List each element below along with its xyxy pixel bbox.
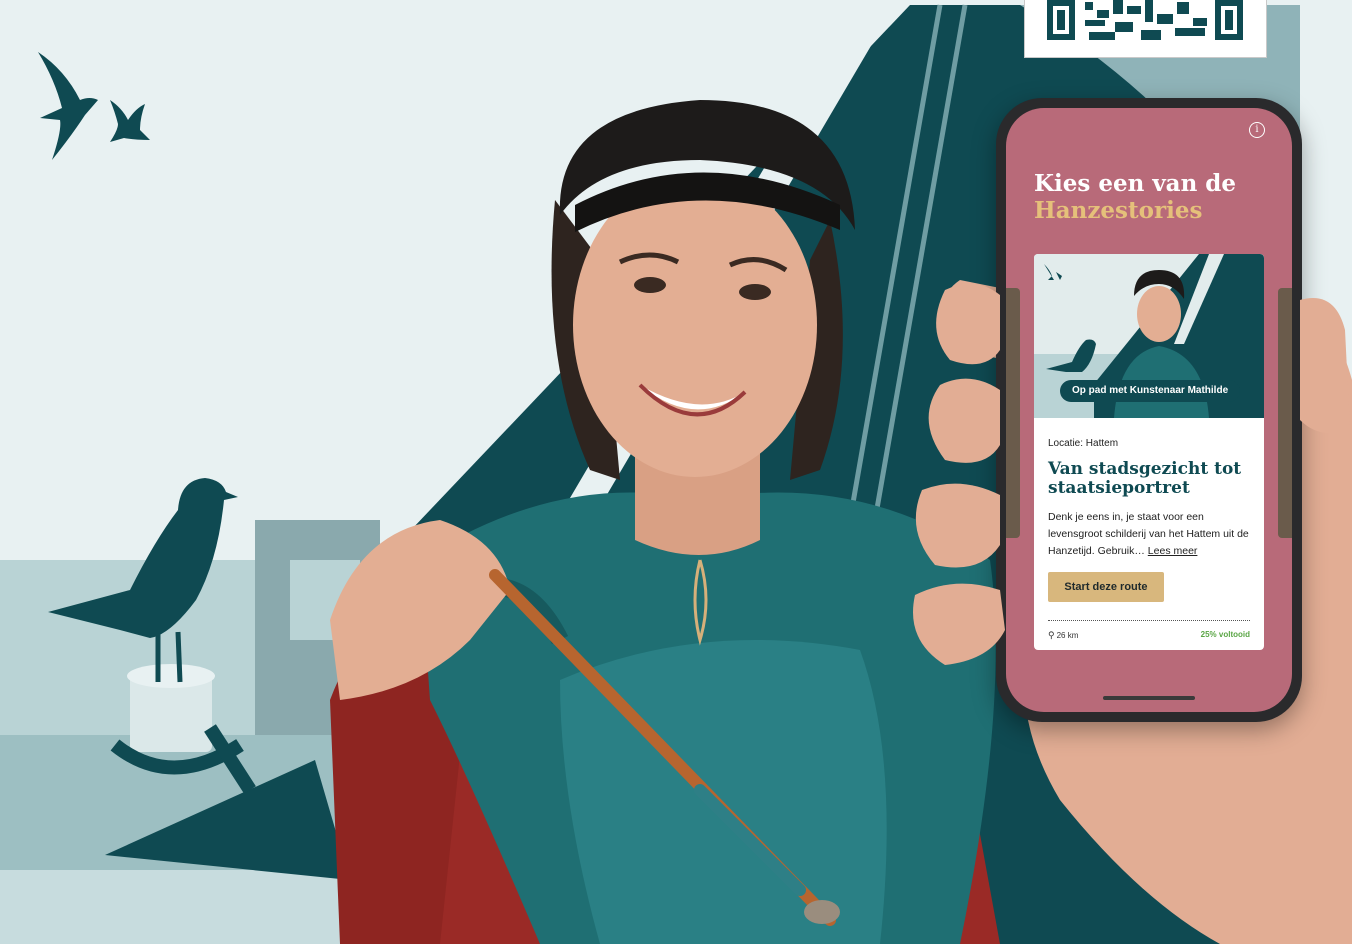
prev-card-peek[interactable] [1006,288,1020,538]
info-icon[interactable]: i [1249,122,1265,138]
app-screen: i Kies een van de Hanzestories Op pad me… [1006,108,1292,712]
hero-banner: i Kies een van de Hanzestories Op pad me… [0,0,1352,944]
read-more-link[interactable]: Lees meer [1148,545,1198,557]
divider [1048,620,1250,621]
story-title: Van stadsgezicht tot staatsieportret [1048,459,1242,498]
route-distance: ⚲ 26 km [1048,630,1078,641]
start-route-button[interactable]: Start deze route [1048,572,1164,602]
phone-mockup: i Kies een van de Hanzestories Op pad me… [996,98,1302,722]
progress-status: 25% voltooid [1200,630,1250,639]
next-card-peek[interactable] [1278,288,1292,538]
story-card-image: Op pad met Kunstenaar Mathilde [1034,254,1264,418]
headline-line1: Kies een van de [1034,170,1237,197]
home-indicator[interactable] [1103,696,1195,700]
route-guide-label: Op pad met Kunstenaar Mathilde [1060,380,1241,402]
story-location: Locatie: Hattem [1048,438,1119,449]
story-description: Denk je eens in, je staat voor een leven… [1048,509,1258,560]
story-card[interactable]: Op pad met Kunstenaar Mathilde Locatie: … [1034,254,1264,650]
headline-line2: Hanzestories [1034,197,1203,224]
screen-headline: Kies een van de Hanzestories [1034,170,1274,224]
bike-icon: ⚲ [1048,630,1055,640]
distance-value: 26 km [1056,631,1079,640]
